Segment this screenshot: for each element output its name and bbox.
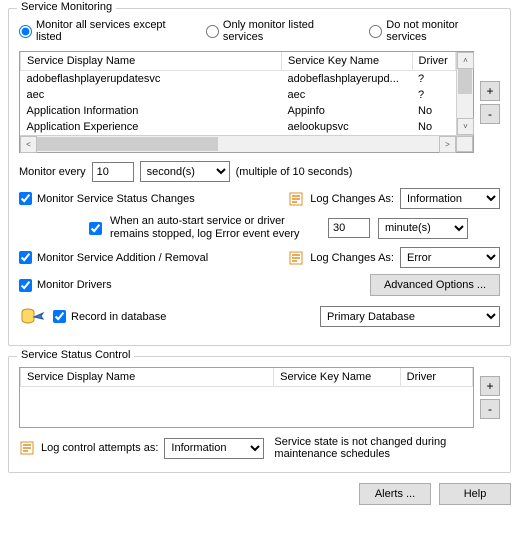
monitor-drivers-text: Monitor Drivers [37,279,112,291]
auto-start-value[interactable] [328,218,370,238]
add-remove-checkbox[interactable] [19,251,32,264]
record-db-select[interactable]: Primary Database [320,306,500,327]
radio-only[interactable] [206,25,219,38]
record-db-text: Record in database [71,311,166,323]
table-row[interactable]: Application Information Appinfo No [21,103,456,119]
radio-none-text: Do not monitor services [386,19,500,43]
radio-only-label[interactable]: Only monitor listed services [206,19,355,43]
remove-service-button[interactable]: - [480,104,500,124]
status-control-table[interactable]: Service Display Name Service Key Name Dr… [19,367,474,428]
col-display-name-2[interactable]: Service Display Name [21,368,274,387]
cell-driver: ? [412,87,456,103]
log-attempts-select[interactable]: Information [164,438,264,459]
alerts-button[interactable]: Alerts ... [359,483,431,505]
add-service-button[interactable]: + [480,81,500,101]
auto-start-unit[interactable]: minute(s) [378,218,468,239]
scroll-left-icon[interactable]: < [20,136,37,153]
record-db-checkbox[interactable] [53,310,66,323]
monitor-mode-radios: Monitor all services except listed Only … [19,19,500,43]
scroll-up-icon[interactable]: ˄ [457,52,474,69]
monitor-every-hint: (multiple of 10 seconds) [236,166,353,178]
radio-except[interactable] [19,25,32,38]
radio-only-text: Only monitor listed services [223,19,355,43]
cell-driver: ? [412,71,456,88]
col-key-name-2[interactable]: Service Key Name [274,368,401,387]
advanced-options-button[interactable]: Advanced Options ... [370,274,500,296]
log-icon [288,250,304,266]
scroll-right-icon[interactable]: > [439,136,456,153]
add-remove-checkbox-label[interactable]: Monitor Service Addition / Removal [19,251,208,264]
cell-key: aelookupsvc [282,119,413,135]
log-as-select-1[interactable]: Information [400,188,500,209]
vscroll-thumb[interactable] [458,69,472,94]
cell-display: Application Information [21,103,282,119]
log-attempts-label: Log control attempts as: [41,442,158,454]
col-driver-2[interactable]: Driver [400,368,472,387]
services-table[interactable]: Service Display Name Service Key Name Dr… [19,51,474,153]
services-hscroll[interactable]: < > [20,135,473,152]
log-as-select-2[interactable]: Error [400,247,500,268]
scroll-down-icon[interactable]: ˅ [457,118,474,135]
radio-except-label[interactable]: Monitor all services except listed [19,19,192,43]
col-key-name[interactable]: Service Key Name [282,52,413,71]
status-changes-text: Monitor Service Status Changes [37,193,195,205]
log-icon [19,440,35,456]
add-remove-text: Monitor Service Addition / Removal [37,252,208,264]
services-vscroll[interactable]: ˄ ˅ [456,52,473,135]
radio-none-label[interactable]: Do not monitor services [369,19,500,43]
monitor-every-label: Monitor every [19,166,86,178]
cell-key: Appinfo [282,103,413,119]
service-monitoring-title: Service Monitoring [17,1,116,13]
help-button[interactable]: Help [439,483,511,505]
service-status-control-group: Service Status Control Service Display N… [8,356,511,473]
cell-display: Application Experience [21,119,282,135]
cell-display: adobeflashplayerupdatesvc [21,71,282,88]
auto-start-checkbox[interactable] [89,222,102,235]
add-status-button[interactable]: + [480,376,500,396]
radio-except-text: Monitor all services except listed [36,19,192,43]
record-db-checkbox-label[interactable]: Record in database [53,310,166,323]
hscroll-thumb[interactable] [37,137,218,151]
radio-none[interactable] [369,25,382,38]
remove-status-button[interactable]: - [480,399,500,419]
monitor-drivers-checkbox[interactable] [19,279,32,292]
log-as-label-1: Log Changes As: [310,193,394,205]
scroll-corner [456,136,473,152]
cell-key: adobeflashplayerupd... [282,71,413,88]
service-monitoring-group: Service Monitoring Monitor all services … [8,8,511,346]
log-as-label-2: Log Changes As: [310,252,394,264]
table-row[interactable]: aec aec ? [21,87,456,103]
col-display-name[interactable]: Service Display Name [21,52,282,71]
col-driver[interactable]: Driver [412,52,456,71]
empty-table-body [27,389,467,425]
cell-driver: No [412,103,456,119]
monitor-every-unit[interactable]: second(s) [140,161,230,182]
table-row[interactable]: Application Experience aelookupsvc No [21,119,456,135]
auto-start-text: When an auto-start service or driver rem… [110,215,320,241]
table-row[interactable]: adobeflashplayerupdatesvc adobeflashplay… [21,71,456,88]
status-changes-checkbox-label[interactable]: Monitor Service Status Changes [19,192,195,205]
cell-display: aec [21,87,282,103]
status-changes-checkbox[interactable] [19,192,32,205]
monitor-drivers-checkbox-label[interactable]: Monitor Drivers [19,279,112,292]
database-icon [19,307,47,327]
maintenance-note: Service state is not changed during main… [274,436,500,460]
monitor-every-input[interactable] [92,162,134,182]
cell-key: aec [282,87,413,103]
log-icon [288,191,304,207]
cell-driver: No [412,119,456,135]
service-status-control-title: Service Status Control [17,349,134,361]
